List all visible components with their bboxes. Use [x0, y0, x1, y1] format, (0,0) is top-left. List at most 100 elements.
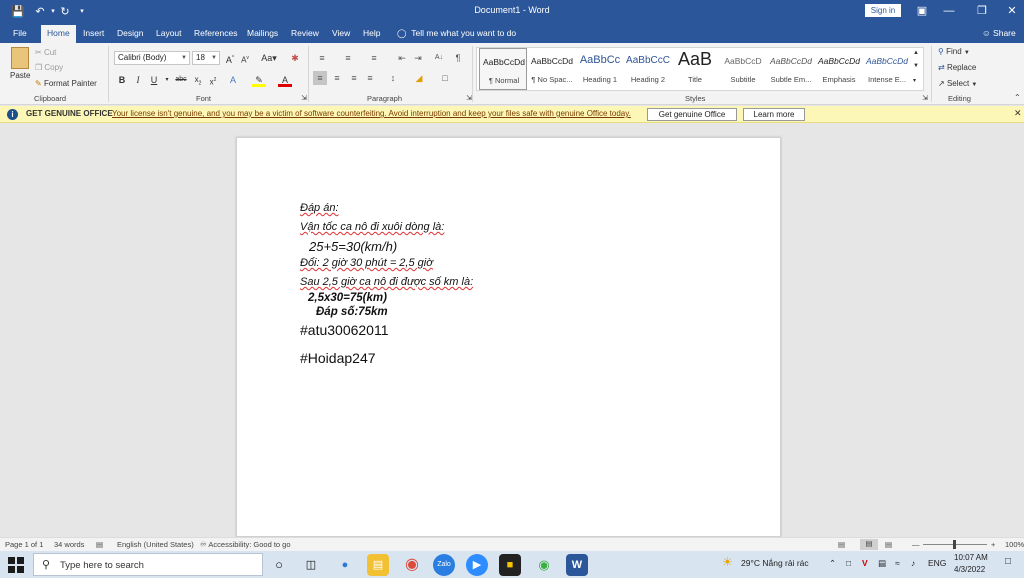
cut-button[interactable]: ✂ Cut	[35, 48, 56, 57]
learn-more-button[interactable]: Learn more	[743, 108, 805, 121]
clock-date[interactable]: 4/3/2022	[954, 565, 985, 574]
taskbar-search-input[interactable]: ⚲ Type here to search	[33, 553, 263, 576]
style-intense-emphasis[interactable]: AaBbCcDd Intense E...	[863, 48, 911, 90]
underline-icon[interactable]: U	[147, 73, 161, 87]
select-button[interactable]: ↗ Select ▼	[938, 79, 977, 88]
tray-app-icon[interactable]: □	[846, 558, 851, 568]
highlight-icon[interactable]: ✎	[252, 73, 266, 87]
tab-insert[interactable]: Insert	[77, 25, 110, 43]
clock-time[interactable]: 10:07 AM	[954, 553, 988, 562]
replace-button[interactable]: ⇄ Replace	[938, 63, 976, 72]
numbering-icon[interactable]: ≡	[341, 51, 355, 65]
font-color-icon[interactable]: A	[278, 73, 292, 87]
chrome-icon[interactable]: ◉	[401, 554, 423, 576]
web-layout-icon[interactable]: ▤	[885, 540, 892, 549]
style-emphasis[interactable]: AaBbCcDd Emphasis	[815, 48, 863, 90]
word-taskbar-icon[interactable]: W	[566, 554, 588, 576]
change-case-icon[interactable]: Aa▾	[258, 51, 280, 65]
edge-icon[interactable]: ●	[334, 554, 356, 576]
minimize-icon[interactable]: —	[937, 2, 961, 20]
copy-button[interactable]: ❐ Copy	[35, 63, 63, 72]
tab-layout[interactable]: Layout	[150, 25, 188, 43]
weather-text[interactable]: 29°C Nắng rải rác	[741, 558, 809, 568]
tab-view[interactable]: View	[326, 25, 356, 43]
format-painter-button[interactable]: ✎ Format Painter	[35, 79, 97, 88]
tell-me-search[interactable]: ◯ Tell me what you want to do	[397, 25, 516, 42]
italic-icon[interactable]: I	[131, 73, 145, 87]
network-icon[interactable]: ▤	[878, 558, 886, 569]
get-genuine-office-button[interactable]: Get genuine Office	[647, 108, 737, 121]
tab-help[interactable]: Help	[357, 25, 386, 43]
accessibility-status[interactable]: ♾ Accessibility: Good to go	[200, 540, 291, 549]
zoom-app-icon[interactable]: ▶	[466, 554, 488, 576]
align-right-icon[interactable]: ≡	[347, 71, 361, 85]
grow-font-icon[interactable]: A^	[223, 51, 237, 65]
zalo-icon[interactable]: Zalo	[433, 554, 455, 576]
clear-formatting-icon[interactable]: ✱	[288, 51, 302, 65]
tab-design[interactable]: Design	[111, 25, 149, 43]
style-title[interactable]: AaB Title	[671, 48, 719, 90]
restore-icon[interactable]: ❐	[970, 2, 994, 20]
bullets-icon[interactable]: ≡	[315, 51, 329, 65]
align-center-icon[interactable]: ≡	[330, 71, 344, 85]
styles-scroll-up-icon[interactable]: ▲	[913, 50, 919, 56]
style-subtle-emphasis[interactable]: AaBbCcDd Subtle Em...	[767, 48, 815, 90]
dialog-launcher-icon[interactable]: ⇲	[462, 92, 476, 106]
shrink-font-icon[interactable]: Av	[238, 51, 252, 65]
close-icon[interactable]: ✕	[1000, 2, 1024, 20]
subscript-icon[interactable]: x2	[191, 73, 205, 87]
text-effects-icon[interactable]: A	[226, 73, 240, 87]
share-button[interactable]: ☺ Share	[982, 25, 1016, 42]
notifications-icon[interactable]: □	[1005, 556, 1011, 567]
zoom-out-icon[interactable]: —	[912, 540, 920, 549]
font-size-combo[interactable]: 18 ▼	[192, 51, 220, 65]
page-count[interactable]: Page 1 of 1	[5, 540, 43, 549]
style-subtitle[interactable]: AaBbCcD Subtitle	[719, 48, 767, 90]
weather-icon[interactable]: ☀	[722, 555, 733, 569]
file-explorer-icon[interactable]: ▤	[367, 554, 389, 576]
decrease-indent-icon[interactable]: ⇤	[395, 51, 409, 65]
volume-icon[interactable]: ♪	[911, 558, 915, 568]
find-button[interactable]: ⚲ Find ▼	[938, 47, 970, 56]
superscript-icon[interactable]: x2	[206, 73, 220, 87]
print-layout-icon[interactable]: ▤	[860, 539, 878, 550]
sort-icon[interactable]: A↓	[432, 51, 446, 65]
task-view-icon[interactable]: ◫	[300, 554, 322, 576]
increase-indent-icon[interactable]: ⇥	[411, 51, 425, 65]
proofing-icon[interactable]: ▤	[96, 540, 103, 549]
zoom-level[interactable]: 100%	[1005, 540, 1024, 549]
style-heading-2[interactable]: AaBbCcC Heading 2	[624, 48, 672, 90]
zoom-in-icon[interactable]: +	[991, 540, 995, 549]
wifi-icon[interactable]: ≈	[895, 558, 900, 568]
strikethrough-icon[interactable]: abc	[174, 73, 188, 87]
tray-overflow-icon[interactable]: ⌃	[829, 558, 836, 569]
style-no-spacing[interactable]: AaBbCcDd ¶ No Spac...	[528, 48, 576, 90]
align-left-icon[interactable]: ≡	[313, 71, 327, 85]
sign-in-button[interactable]: Sign in	[865, 4, 901, 17]
justify-icon[interactable]: ≡	[363, 71, 377, 85]
cortana-icon[interactable]: ○	[268, 554, 290, 576]
language-indicator[interactable]: English (United States)	[117, 540, 194, 549]
tab-review[interactable]: Review	[285, 25, 325, 43]
multilevel-list-icon[interactable]: ≡	[367, 51, 381, 65]
notice-message-link[interactable]: Your license isn't genuine, and you may …	[112, 109, 631, 118]
collapse-ribbon-icon[interactable]: ⌃	[1014, 93, 1021, 102]
ribbon-display-icon[interactable]: ▣	[910, 2, 934, 20]
tab-mailings[interactable]: Mailings	[241, 25, 284, 43]
tab-references[interactable]: References	[188, 25, 243, 43]
read-mode-icon[interactable]: ▤	[838, 540, 845, 549]
font-name-combo[interactable]: Calibri (Body) ▼	[114, 51, 190, 65]
sticky-app-icon[interactable]: ■	[499, 554, 521, 576]
dialog-launcher-icon[interactable]: ⇲	[918, 92, 932, 106]
close-notice-icon[interactable]: ✕	[1014, 108, 1022, 119]
styles-more-icon[interactable]: ▾	[913, 77, 916, 84]
coccoc-icon[interactable]: ◉	[533, 554, 555, 576]
tab-home[interactable]: Home	[41, 25, 76, 43]
style-heading-1[interactable]: AaBbCc Heading 1	[576, 48, 624, 90]
document-page[interactable]: Đáp án: Vận tốc ca nô đi xuôi dòng là: 2…	[236, 137, 781, 537]
show-marks-icon[interactable]: ¶	[451, 51, 465, 65]
windows-start-icon[interactable]	[8, 557, 24, 573]
word-count[interactable]: 34 words	[54, 540, 84, 549]
style-normal[interactable]: AaBbCcDd ¶ Normal	[479, 48, 527, 90]
language-indicator-tray[interactable]: ENG	[928, 558, 946, 568]
